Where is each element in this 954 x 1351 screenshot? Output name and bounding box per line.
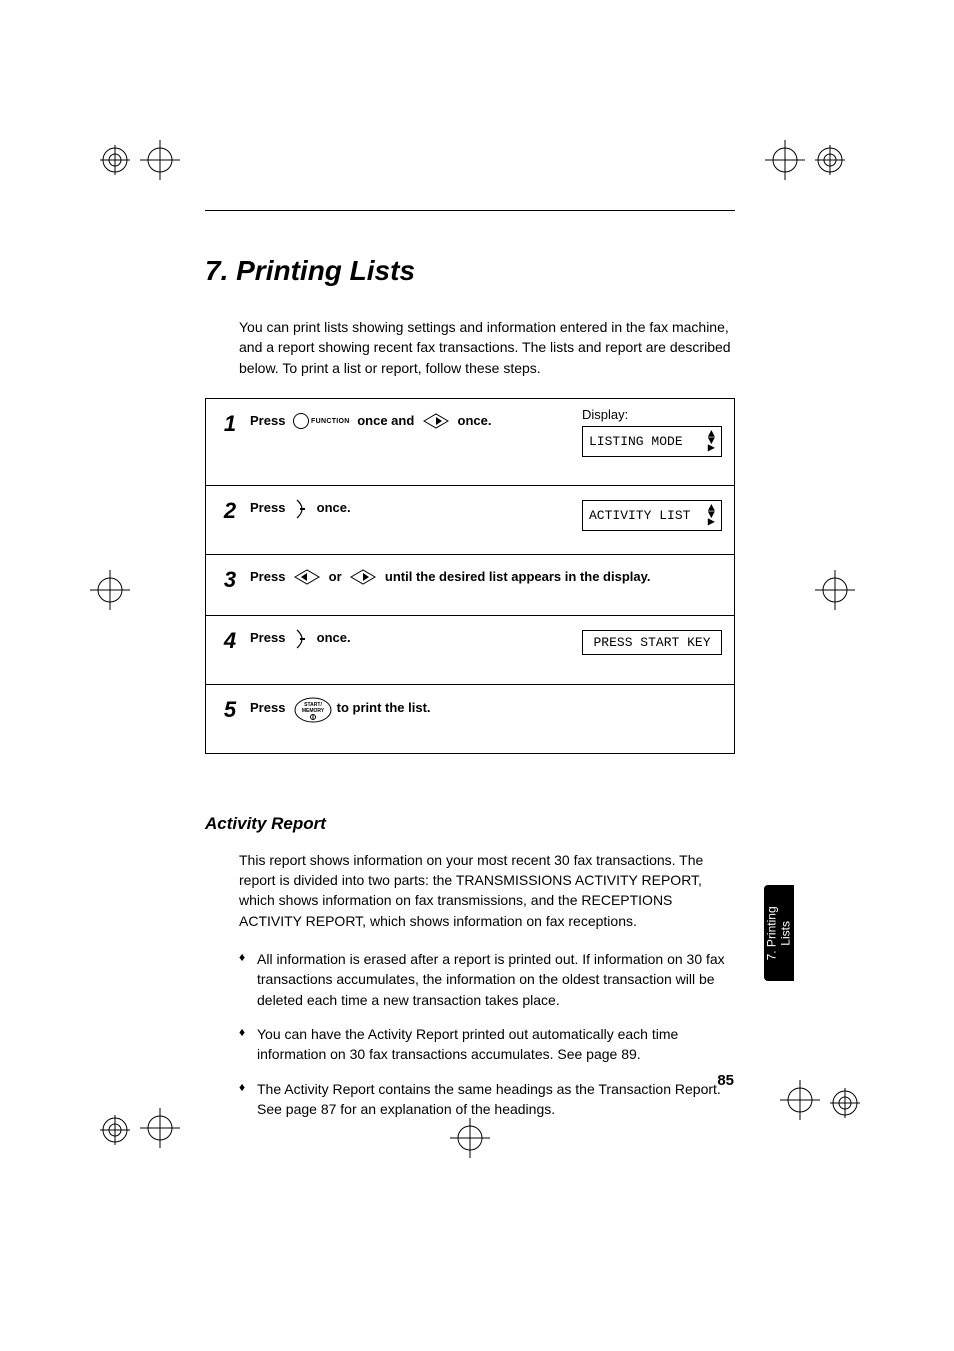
right-arrow-key-icon (349, 569, 377, 585)
reg-mark-icon (830, 1088, 860, 1118)
step-text: once. (313, 628, 351, 649)
enter-key-icon (293, 628, 309, 648)
step-row: 1 Press FUNCTION once and once. Display: (206, 399, 734, 486)
thumb-tab: 7. PrintingLists (764, 885, 794, 981)
step-row: 3 Press or until the desired list appear… (206, 555, 734, 616)
bullet-list: All information is erased after a report… (239, 949, 735, 1119)
step-number: 3 (218, 569, 242, 591)
divider (205, 210, 735, 211)
scroll-indicator-icon (708, 505, 715, 526)
step-text: until the desired list appears in the di… (381, 567, 650, 588)
enter-key-icon (293, 498, 309, 518)
step-number: 4 (218, 630, 242, 652)
right-arrow-key-icon (422, 413, 450, 429)
step-text: Press (250, 567, 289, 588)
step-number: 2 (218, 500, 242, 522)
step-text: Press (250, 628, 289, 649)
lcd-display: ACTIVITY LIST (582, 500, 722, 531)
crosshair-icon (815, 570, 855, 610)
left-arrow-key-icon (293, 569, 321, 585)
crosshair-icon (140, 140, 180, 180)
thumb-tab-label: 7. PrintingLists (765, 906, 794, 960)
step-text: or (325, 567, 345, 588)
list-item: All information is erased after a report… (239, 949, 735, 1010)
body-paragraph: This report shows information on your mo… (239, 850, 735, 931)
step-text: Press (250, 698, 289, 719)
intro-paragraph: You can print lists showing settings and… (239, 317, 735, 378)
section-title: Activity Report (205, 814, 735, 834)
scroll-indicator-icon (708, 431, 715, 452)
steps-box: 1 Press FUNCTION once and once. Display: (205, 398, 735, 754)
display-label: Display: (582, 407, 722, 422)
crosshair-icon (765, 140, 805, 180)
step-row: 4 Press once. PRESS START KEY (206, 616, 734, 685)
svg-text:MEMORY: MEMORY (302, 708, 325, 714)
step-text: Press (250, 411, 289, 432)
step-text: once. (454, 411, 492, 432)
step-text: once. (313, 498, 351, 519)
start-memory-button-icon: START/ MEMORY (293, 697, 329, 721)
reg-mark-icon (815, 145, 845, 175)
lcd-text: PRESS START KEY (593, 635, 710, 650)
chapter-title: 7. Printing Lists (205, 255, 735, 287)
step-text: to print the list. (333, 698, 431, 719)
function-button-icon: FUNCTION (293, 413, 350, 429)
lcd-display: PRESS START KEY (582, 630, 722, 655)
crosshair-icon (90, 570, 130, 610)
crosshair-icon (780, 1080, 820, 1120)
reg-mark-icon (100, 145, 130, 175)
crosshair-icon (140, 1108, 180, 1148)
lcd-text: ACTIVITY LIST (589, 508, 690, 523)
step-number: 5 (218, 699, 242, 721)
reg-mark-icon (100, 1115, 130, 1145)
step-row: 5 Press START/ MEMORY to print the list. (206, 685, 734, 753)
list-item: You can have the Activity Report printed… (239, 1024, 735, 1065)
lcd-text: LISTING MODE (589, 434, 683, 449)
lcd-display: LISTING MODE (582, 426, 722, 457)
step-text: once and (354, 411, 418, 432)
step-text: Press (250, 498, 289, 519)
step-row: 2 Press once. ACTIVITY LIST (206, 486, 734, 555)
list-item: The Activity Report contains the same he… (239, 1079, 735, 1120)
step-number: 1 (218, 413, 242, 435)
page-number: 85 (717, 1072, 734, 1089)
